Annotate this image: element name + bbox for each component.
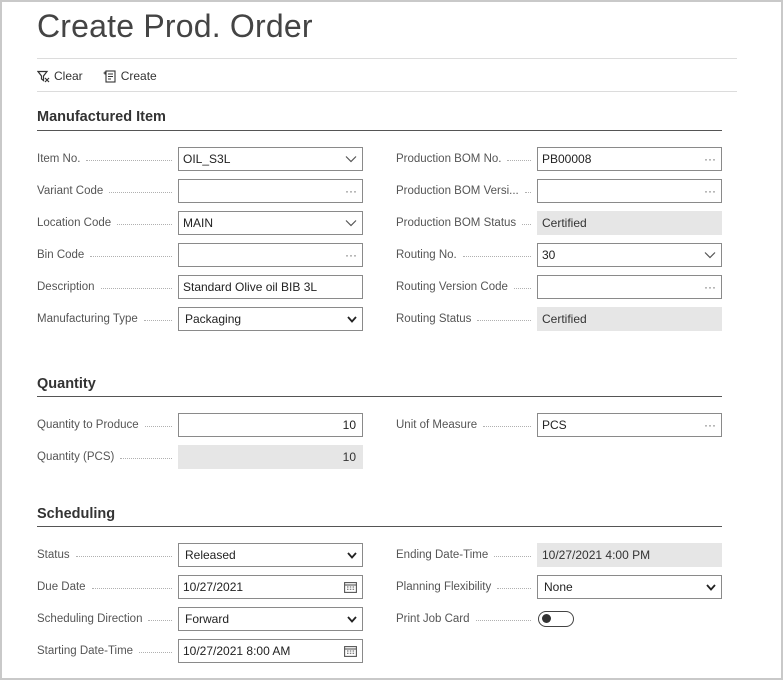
calendar-icon[interactable] [344, 640, 357, 662]
toolbar-divider [37, 91, 737, 92]
ellipsis-icon[interactable]: ··· [345, 180, 357, 202]
routing-status-value: Certified [537, 307, 722, 331]
section-title-scheduling: Scheduling [37, 506, 116, 522]
section-divider-quantity [37, 396, 722, 397]
routing-version-code-field[interactable]: ··· [537, 275, 722, 299]
ellipsis-icon[interactable]: ··· [704, 276, 716, 298]
bin-code-label: Bin Code [37, 243, 178, 267]
starting-date-time-field[interactable]: 10/27/2021 8:00 AM [178, 639, 363, 663]
manufacturing-type-label: Manufacturing Type [37, 307, 178, 331]
caret-down-icon[interactable] [347, 308, 357, 330]
section-divider-manufactured-item [37, 130, 722, 131]
starting-date-time-label: Starting Date-Time [37, 639, 178, 663]
location-code-label: Location Code [37, 211, 178, 235]
bin-code-field[interactable]: ··· [178, 243, 363, 267]
routing-no-label: Routing No. [396, 243, 537, 267]
page-title: Create Prod. Order [37, 8, 313, 44]
clear-label: Clear [54, 69, 83, 83]
action-toolbar: Clear Create [37, 66, 157, 86]
production-bom-version-field[interactable]: ··· [537, 179, 722, 203]
quantity-pcs-label: Quantity (PCS) [37, 445, 178, 469]
routing-no-field[interactable]: 30 [537, 243, 722, 267]
create-document-icon [103, 69, 117, 83]
ending-date-time-label: Ending Date-Time [396, 543, 537, 567]
variant-code-field[interactable]: ··· [178, 179, 363, 203]
scheduling-direction-label: Scheduling Direction [37, 607, 178, 631]
unit-of-measure-label: Unit of Measure [396, 413, 537, 437]
chevron-down-icon[interactable] [345, 148, 357, 170]
item-no-field[interactable]: OIL_S3L [178, 147, 363, 171]
manufacturing-type-select[interactable]: Packaging [178, 307, 363, 331]
routing-status-label: Routing Status [396, 307, 537, 331]
ellipsis-icon[interactable]: ··· [704, 180, 716, 202]
chevron-down-icon[interactable] [345, 212, 357, 234]
calendar-icon[interactable] [344, 576, 357, 598]
production-bom-no-label: Production BOM No. [396, 147, 537, 171]
ellipsis-icon[interactable]: ··· [704, 148, 716, 170]
section-title-manufactured-item: Manufactured Item [37, 109, 166, 125]
location-code-field[interactable]: MAIN [178, 211, 363, 235]
ending-date-time-value: 10/27/2021 4:00 PM [537, 543, 722, 567]
variant-code-label: Variant Code [37, 179, 178, 203]
print-job-card-toggle[interactable] [538, 611, 574, 627]
status-label: Status [37, 543, 178, 567]
quantity-pcs-value: 10 [178, 445, 363, 469]
production-bom-status-label: Production BOM Status [396, 211, 537, 235]
due-date-label: Due Date [37, 575, 178, 599]
quantity-to-produce-label: Quantity to Produce [37, 413, 178, 437]
section-divider-scheduling [37, 526, 722, 527]
scheduling-direction-select[interactable]: Forward [178, 607, 363, 631]
planning-flexibility-label: Planning Flexibility [396, 575, 537, 599]
chevron-down-icon[interactable] [704, 244, 716, 266]
status-select[interactable]: Released [178, 543, 363, 567]
planning-flexibility-select[interactable]: None [537, 575, 722, 599]
print-job-card-label: Print Job Card [396, 607, 537, 631]
clear-button[interactable]: Clear [37, 69, 83, 83]
item-no-label: Item No. [37, 147, 178, 171]
due-date-field[interactable]: 10/27/2021 [178, 575, 363, 599]
production-bom-version-label: Production BOM Versi... [396, 179, 537, 203]
description-field[interactable]: Standard Olive oil BIB 3L [178, 275, 363, 299]
caret-down-icon[interactable] [706, 576, 716, 598]
caret-down-icon[interactable] [347, 544, 357, 566]
clear-filter-icon [37, 70, 50, 83]
unit-of-measure-field[interactable]: PCS ··· [537, 413, 722, 437]
routing-version-code-label: Routing Version Code [396, 275, 537, 299]
title-divider [37, 58, 737, 59]
section-title-quantity: Quantity [37, 376, 96, 392]
ellipsis-icon[interactable]: ··· [704, 414, 716, 436]
toggle-knob [542, 614, 551, 623]
create-label: Create [120, 69, 157, 83]
quantity-to-produce-field[interactable]: 10 [178, 413, 363, 437]
description-label: Description [37, 275, 178, 299]
ellipsis-icon[interactable]: ··· [345, 244, 357, 266]
create-button[interactable]: Create [103, 69, 157, 83]
production-bom-no-field[interactable]: PB00008 ··· [537, 147, 722, 171]
production-bom-status-value: Certified [537, 211, 722, 235]
caret-down-icon[interactable] [347, 608, 357, 630]
